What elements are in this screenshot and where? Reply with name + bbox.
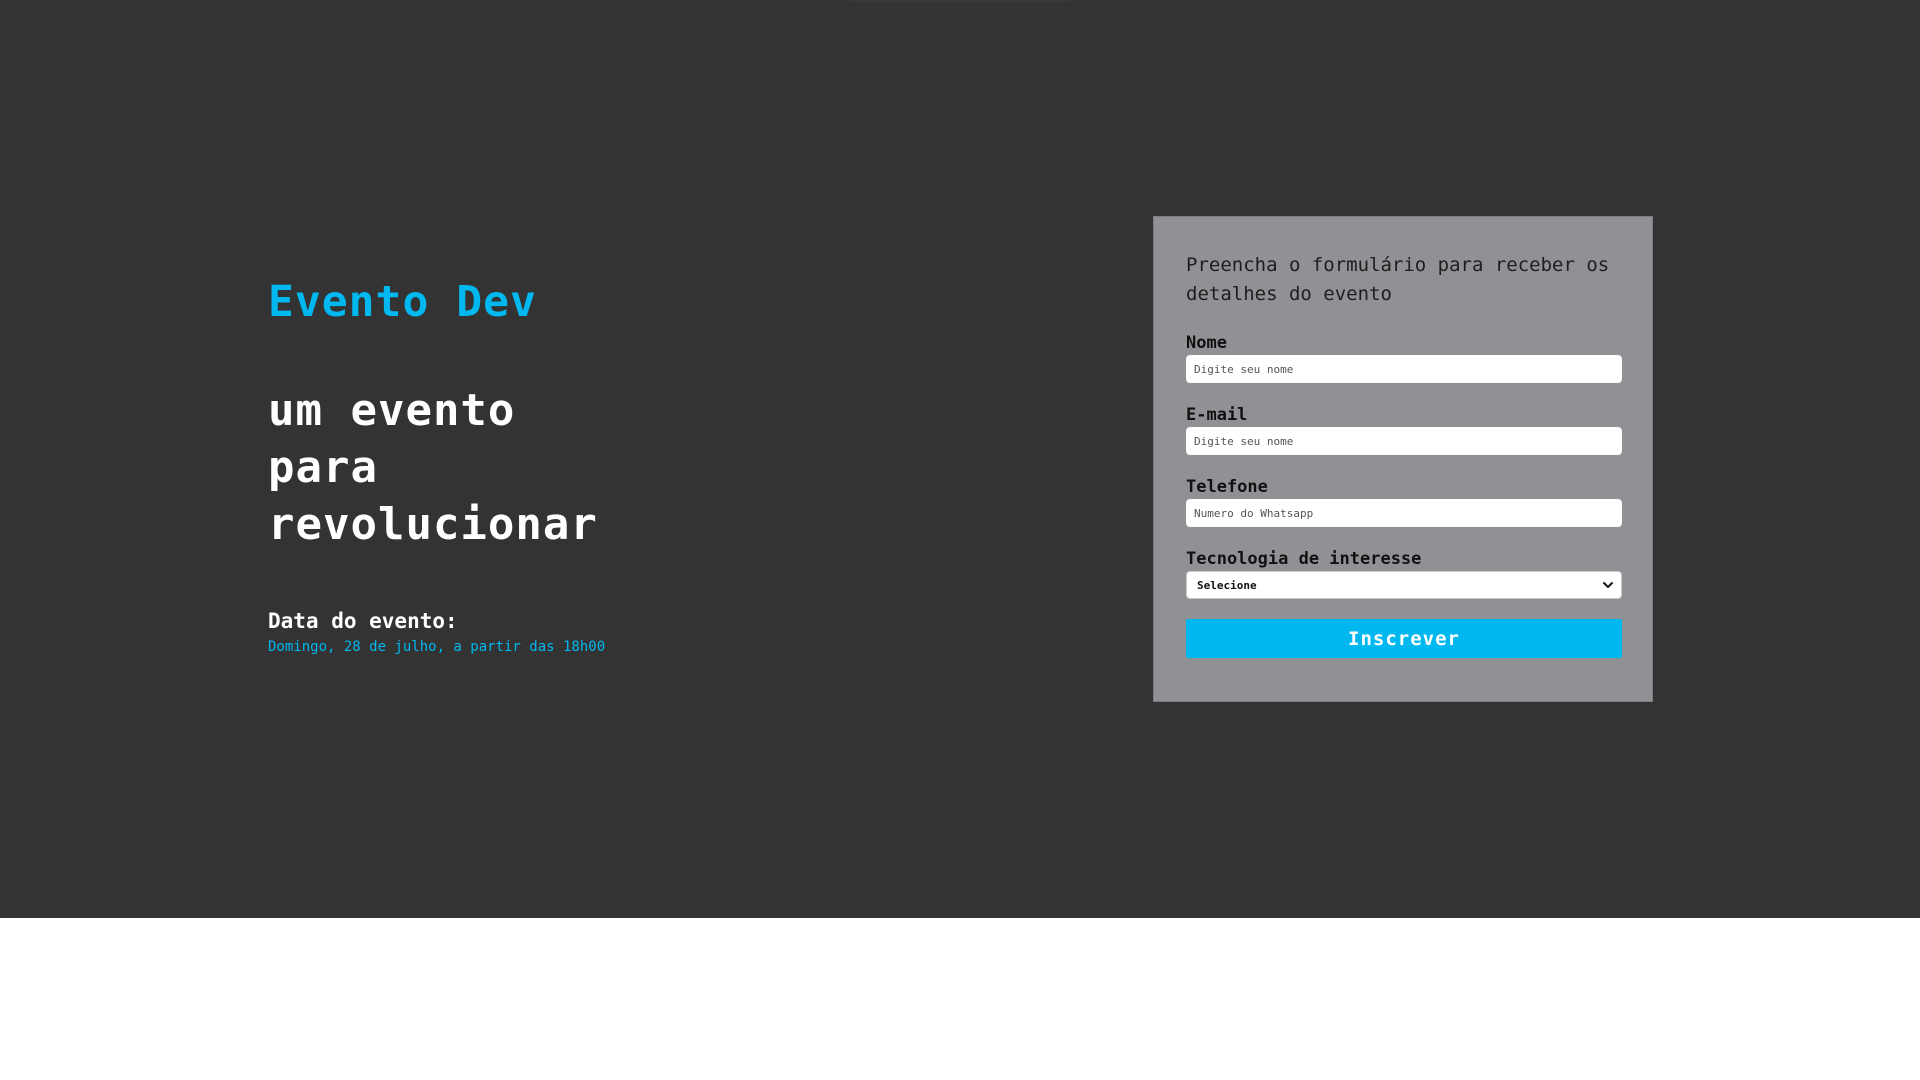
form-title: Preencha o formulário para receber os de… <box>1186 254 1610 305</box>
subscribe-button[interactable]: Inscrever <box>1186 619 1622 658</box>
tagline-line: para <box>268 442 378 493</box>
phone-input[interactable] <box>1186 499 1622 527</box>
signup-form: Preencha o formulário para receber os de… <box>1153 216 1653 702</box>
phone-field-group: Telefone <box>1186 477 1622 527</box>
name-field-group: Nome <box>1186 333 1622 383</box>
email-field-group: E-mail <box>1186 405 1622 455</box>
brand-title: Evento Dev <box>268 277 537 327</box>
tagline: um evento para revolucionar <box>268 382 828 553</box>
technology-select[interactable]: Selecione <box>1186 571 1622 599</box>
email-label: E-mail <box>1186 405 1248 425</box>
event-date-value: Domingo, 28 de julho, a partir das 18h00 <box>268 639 606 655</box>
top-edge-divider <box>850 0 1070 2</box>
phone-label: Telefone <box>1186 477 1268 497</box>
technology-field-group: Tecnologia de interesse Selecione <box>1186 549 1622 599</box>
tagline-line: revolucionar <box>268 499 598 550</box>
chevron-down-icon <box>1603 582 1613 588</box>
name-label: Nome <box>1186 333 1227 353</box>
email-input[interactable] <box>1186 427 1622 455</box>
event-date-label: Data do evento: <box>268 609 458 633</box>
tagline-line: um evento <box>268 385 516 436</box>
event-info: Evento Dev um evento para revolucionar D… <box>268 275 828 656</box>
hero-section: Evento Dev um evento para revolucionar D… <box>0 0 1920 918</box>
technology-label: Tecnologia de interesse <box>1186 549 1422 569</box>
technology-select-value: Selecione <box>1197 579 1257 592</box>
name-input[interactable] <box>1186 355 1622 383</box>
